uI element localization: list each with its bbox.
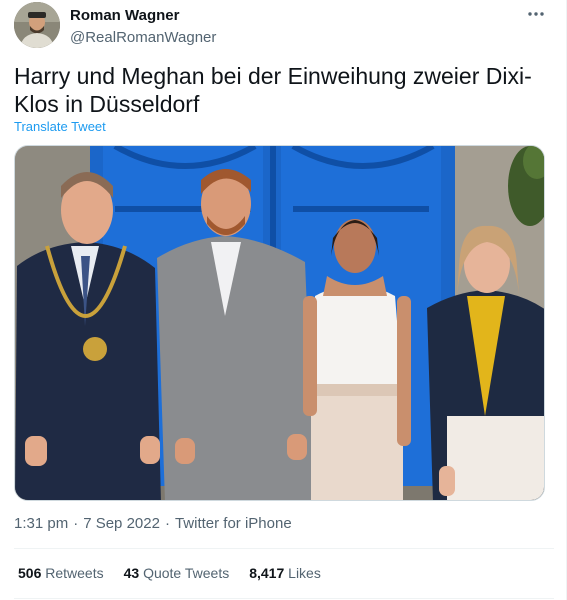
likes-stat[interactable]: 8,417 Likes xyxy=(249,565,321,581)
photo-illustration xyxy=(15,146,544,500)
retweets-label: Retweets xyxy=(45,565,104,581)
divider xyxy=(14,598,554,599)
author-display-name[interactable]: Roman Wagner xyxy=(70,6,216,26)
more-options-icon[interactable] xyxy=(526,4,546,24)
retweets-stat[interactable]: 506 Retweets xyxy=(18,565,104,581)
likes-label: Likes xyxy=(288,565,321,581)
retweets-count: 506 xyxy=(18,565,42,581)
tweet-header: Roman Wagner @RealRomanWagner xyxy=(14,2,554,50)
likes-count: 8,417 xyxy=(249,565,285,581)
divider xyxy=(14,548,554,549)
quote-tweets-label: Quote Tweets xyxy=(143,565,230,581)
tweet-source[interactable]: Twitter for iPhone xyxy=(175,515,292,532)
tweet-meta: 1:31 pm · 7 Sep 2022 · Twitter for iPhon… xyxy=(14,515,292,532)
tweet-time[interactable]: 1:31 pm xyxy=(14,515,68,532)
author-names: Roman Wagner @RealRomanWagner xyxy=(70,6,216,48)
translate-tweet-link[interactable]: Translate Tweet xyxy=(14,119,106,134)
avatar[interactable] xyxy=(14,2,60,48)
author-handle[interactable]: @RealRomanWagner xyxy=(70,28,216,48)
tweet-text: Harry und Meghan bei der Einweihung zwei… xyxy=(14,63,532,117)
meta-separator: · xyxy=(164,515,170,532)
meta-separator: · xyxy=(73,515,79,532)
quote-tweets-count: 43 xyxy=(123,565,140,581)
tweet-detail: Roman Wagner @RealRomanWagner Harry und … xyxy=(0,0,567,600)
tweet-date[interactable]: 7 Sep 2022 xyxy=(83,515,160,532)
tweet-photo[interactable] xyxy=(14,145,545,501)
tweet-stats: 506 Retweets 43 Quote Tweets 8,417 Likes xyxy=(18,565,321,581)
quote-tweets-stat[interactable]: 43 Quote Tweets xyxy=(124,565,230,581)
